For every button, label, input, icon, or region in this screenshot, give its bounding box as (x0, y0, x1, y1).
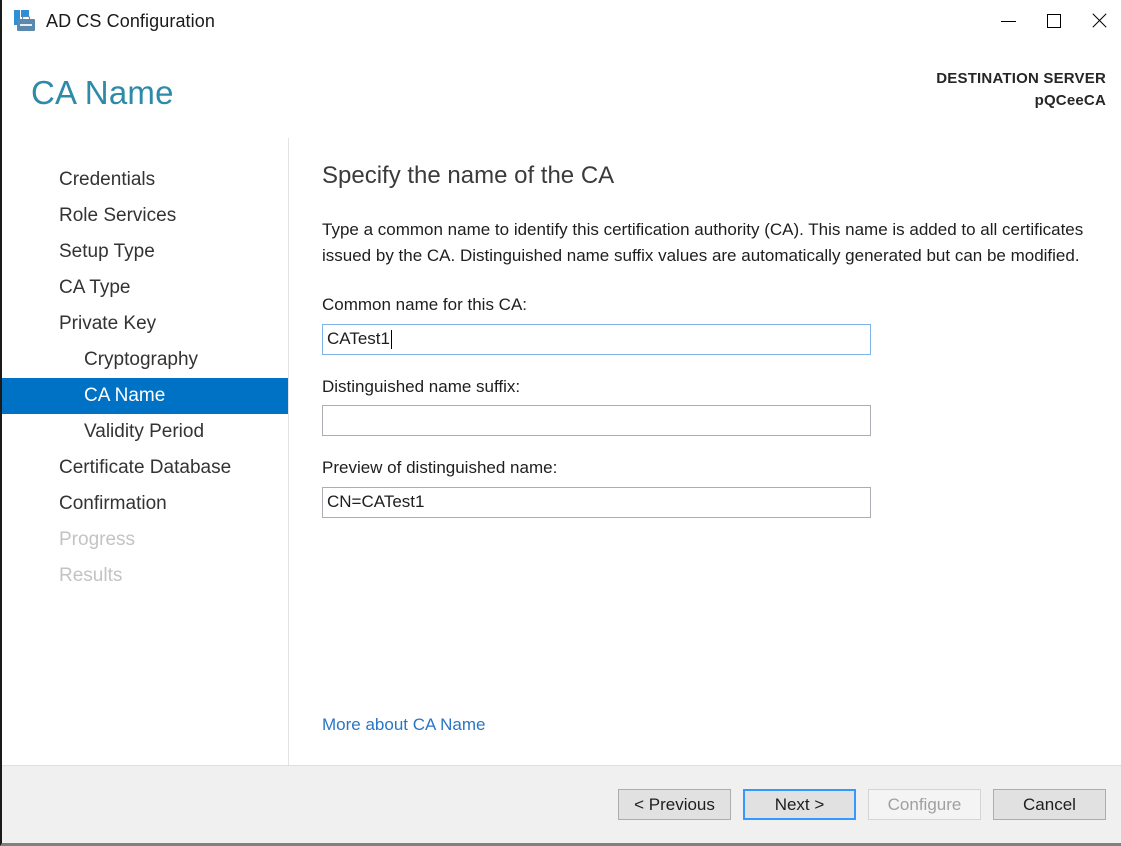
dn-suffix-field-group: Distinguished name suffix: (322, 376, 1101, 437)
next-button[interactable]: Next > (743, 789, 856, 820)
adcs-configuration-icon (14, 10, 36, 32)
wizard-footer: < Previous Next > Configure Cancel (2, 765, 1121, 843)
minimize-icon (1001, 20, 1016, 22)
sidebar-item-label: Progress (59, 529, 136, 550)
content-heading: Specify the name of the CA (322, 162, 615, 189)
common-name-input[interactable] (322, 323, 871, 355)
sidebar-item-validity-period[interactable]: Validity Period (2, 414, 288, 450)
destination-server-label: DESTINATION SERVER (936, 70, 1106, 87)
dn-suffix-input[interactable] (322, 405, 871, 437)
sidebar-item-cryptography[interactable]: Cryptography (2, 342, 288, 378)
sidebar-item-label: Role Services (59, 205, 177, 226)
dn-suffix-label: Distinguished name suffix: (322, 376, 521, 396)
sidebar-item-confirmation[interactable]: Confirmation (2, 486, 288, 522)
sidebar-item-ca-name[interactable]: CA Name (2, 378, 288, 414)
minimize-button[interactable] (986, 0, 1031, 42)
sidebar-item-label: Cryptography (84, 349, 199, 370)
dn-preview-field-group: Preview of distinguished name: (322, 458, 1101, 518)
close-icon (1091, 13, 1107, 29)
body-area: Credentials Role Services Setup Type CA Typ… (2, 138, 1121, 765)
sidebar-item-label: Private Key (59, 313, 157, 334)
maximize-button[interactable] (1031, 0, 1076, 42)
text-caret (391, 329, 392, 349)
more-about-ca-name-link[interactable]: More about CA Name (322, 715, 485, 735)
adcs-configuration-window: AD CS Configuration CA Name DESTINATION … (0, 0, 1121, 846)
sidebar-item-private-key[interactable]: Private Key (2, 306, 288, 342)
sidebar-item-setup-type[interactable]: Setup Type (2, 234, 288, 270)
sidebar-item-role-services[interactable]: Role Services (2, 198, 288, 234)
sidebar-item-ca-type[interactable]: CA Type (2, 270, 288, 306)
destination-server-block: DESTINATION SERVER pQCeeCA (936, 68, 1106, 112)
maximize-icon (1046, 14, 1061, 28)
title-bar: AD CS Configuration (2, 0, 1121, 42)
configure-button: Configure (868, 789, 981, 820)
sidebar-item-label: Validity Period (84, 421, 205, 442)
sidebar-item-credentials[interactable]: Credentials (2, 162, 288, 198)
close-button[interactable] (1076, 0, 1121, 42)
common-name-label: Common name for this CA: (322, 295, 528, 315)
sidebar-item-certificate-database[interactable]: Certificate Database (2, 450, 288, 486)
window-controls (986, 0, 1121, 42)
content-description: Type a common name to identify this cert… (322, 219, 1084, 265)
sidebar-item-progress: Progress (2, 522, 288, 558)
sidebar-item-label: Certificate Database (59, 457, 232, 478)
dn-preview-label: Preview of distinguished name: (322, 458, 558, 478)
sidebar-item-results: Results (2, 558, 288, 594)
sidebar-item-label: Results (59, 565, 123, 586)
dn-preview-input (322, 486, 871, 518)
previous-button[interactable]: < Previous (618, 789, 731, 820)
window-title: AD CS Configuration (46, 10, 215, 31)
sidebar-item-label: Confirmation (59, 493, 167, 514)
destination-server-value: pQCeeCA (1034, 91, 1106, 109)
wizard-navigation-sidebar: Credentials Role Services Setup Type CA Typ… (2, 138, 289, 765)
sidebar-item-label: Credentials (59, 169, 156, 190)
sidebar-item-label: CA Type (59, 277, 131, 298)
page-header: CA Name DESTINATION SERVER pQCeeCA (2, 42, 1121, 138)
cancel-button[interactable]: Cancel (993, 789, 1106, 820)
common-name-field-group: Common name for this CA: (322, 295, 1101, 355)
sidebar-item-label: CA Name (84, 385, 166, 406)
main-content: Specify the name of the CA Type a common… (289, 138, 1121, 765)
sidebar-item-label: Setup Type (59, 241, 155, 262)
page-title: CA Name (31, 74, 174, 111)
